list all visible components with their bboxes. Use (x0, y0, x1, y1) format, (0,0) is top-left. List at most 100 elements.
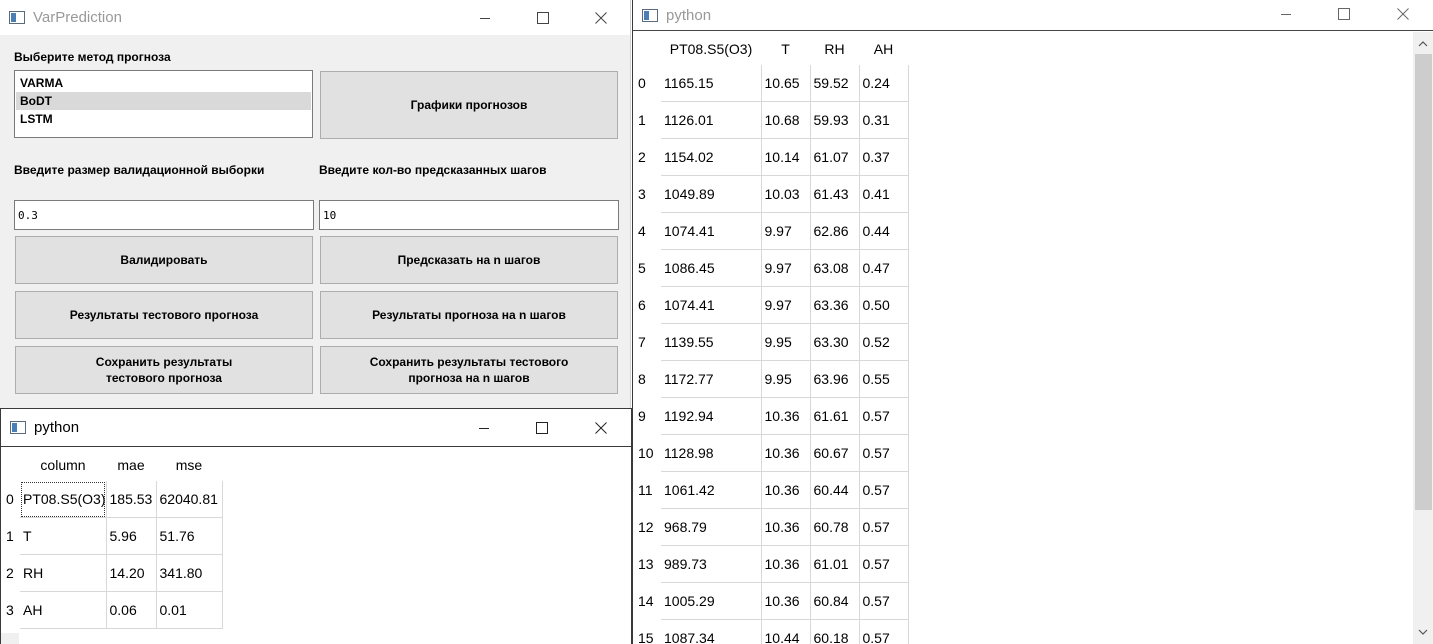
title-bar[interactable]: python (633, 0, 1433, 31)
method-item-varma[interactable]: VARMA (16, 74, 311, 92)
row-header[interactable]: 4 (633, 213, 661, 250)
table-cell[interactable]: 0.44 (859, 212, 909, 250)
table-cell[interactable]: 0.57 (859, 434, 909, 472)
table-cell[interactable]: 10.03 (761, 175, 811, 213)
column-header[interactable]: RH (810, 32, 859, 65)
table-cell[interactable]: 59.93 (810, 101, 860, 139)
table-cell[interactable]: 10.36 (761, 397, 811, 435)
table-cell[interactable]: 61.43 (810, 175, 860, 213)
table-cell[interactable]: 61.61 (810, 397, 860, 435)
table-cell[interactable]: PT08.S5(O3) (20, 481, 107, 518)
table-cell[interactable]: 1165.15 (661, 65, 762, 102)
table-cell[interactable]: 9.97 (761, 249, 811, 287)
table-cell[interactable]: 59.52 (810, 65, 860, 102)
validate-button[interactable]: Валидировать (15, 236, 313, 284)
table-cell[interactable]: 63.08 (810, 249, 860, 287)
row-header[interactable]: 9 (633, 398, 661, 435)
table-cell[interactable]: 5.96 (106, 517, 157, 555)
table-cell[interactable]: 0.55 (859, 360, 909, 398)
table-cell[interactable]: AH (20, 591, 107, 629)
forecast-plots-button[interactable]: Графики прогнозов (320, 71, 618, 139)
table-cell[interactable]: 0.57 (859, 582, 909, 620)
table-cell[interactable]: 9.95 (761, 360, 811, 398)
table-cell[interactable]: 10.44 (761, 619, 811, 644)
n-step-results-button[interactable]: Результаты прогноза на n шагов (320, 291, 618, 339)
row-header[interactable]: 12 (633, 509, 661, 546)
table-cell[interactable]: 0.31 (859, 101, 909, 139)
scroll-down-arrow-icon[interactable] (1413, 622, 1433, 642)
column-header[interactable]: T (761, 32, 810, 65)
row-header[interactable]: 1 (1, 518, 20, 555)
method-item-bodt[interactable]: BoDT (16, 92, 311, 110)
row-header[interactable]: 3 (1, 592, 20, 629)
table-cell[interactable]: 63.30 (810, 323, 860, 361)
table-cell[interactable]: 9.97 (761, 212, 811, 250)
row-header[interactable]: 0 (1, 481, 20, 518)
table-cell[interactable]: 51.76 (156, 517, 223, 555)
table-cell[interactable]: 1087.34 (661, 619, 762, 644)
table-cell[interactable]: 0.37 (859, 138, 909, 176)
minimize-button[interactable] (462, 0, 508, 35)
table-cell[interactable]: 1049.89 (661, 175, 762, 213)
table-cell[interactable]: 10.36 (761, 508, 811, 546)
table-cell[interactable]: 61.01 (810, 545, 860, 583)
table-cell[interactable]: 0.57 (859, 619, 909, 644)
table-cell[interactable]: 0.57 (859, 397, 909, 435)
row-header[interactable]: 0 (633, 65, 661, 102)
save-n-step-results-button[interactable]: Сохранить результаты тестового прогноза … (320, 346, 618, 394)
column-header[interactable]: AH (859, 32, 908, 65)
minimize-button[interactable] (461, 411, 507, 444)
test-results-button[interactable]: Результаты тестового прогноза (15, 291, 313, 339)
table-cell[interactable]: 1154.02 (661, 138, 762, 176)
table-cell[interactable]: 0.24 (859, 65, 909, 102)
column-header[interactable]: mse (156, 448, 222, 481)
table-cell[interactable]: 1139.55 (661, 323, 762, 361)
table-cell[interactable]: 185.53 (106, 481, 157, 518)
table-cell[interactable]: 1086.45 (661, 249, 762, 287)
table-cell[interactable]: 1128.98 (661, 434, 762, 472)
table-cell[interactable]: 9.97 (761, 286, 811, 324)
table-cell[interactable]: 60.44 (810, 471, 860, 509)
table-cell[interactable]: 0.50 (859, 286, 909, 324)
table-cell[interactable]: 10.36 (761, 471, 811, 509)
table-cell[interactable]: 9.95 (761, 323, 811, 361)
table-cell[interactable]: 14.20 (106, 554, 157, 592)
row-header[interactable]: 13 (633, 546, 661, 583)
row-header[interactable]: 15 (633, 620, 661, 644)
maximize-button[interactable] (1321, 0, 1367, 30)
table-cell[interactable]: 63.96 (810, 360, 860, 398)
row-header[interactable]: 2 (633, 139, 661, 176)
scroll-up-arrow-icon[interactable] (1413, 34, 1433, 54)
table-cell[interactable]: 62.86 (810, 212, 860, 250)
row-header[interactable]: 8 (633, 361, 661, 398)
row-header[interactable]: 14 (633, 583, 661, 620)
table-cell[interactable]: 0.57 (859, 545, 909, 583)
table-cell[interactable]: 0.57 (859, 471, 909, 509)
table-cell[interactable]: 0.06 (106, 591, 157, 629)
table-cell[interactable]: 10.36 (761, 434, 811, 472)
row-header[interactable]: 7 (633, 324, 661, 361)
predict-n-steps-button[interactable]: Предсказать на n шагов (320, 236, 618, 284)
row-header[interactable]: 5 (633, 250, 661, 287)
table-cell[interactable]: 1061.42 (661, 471, 762, 509)
row-header[interactable]: 6 (633, 287, 661, 324)
table-cell[interactable]: RH (20, 554, 107, 592)
table-cell[interactable]: 341.80 (156, 554, 223, 592)
method-item-lstm[interactable]: LSTM (16, 110, 311, 128)
column-header[interactable]: column (20, 448, 106, 481)
column-header[interactable]: mae (106, 448, 156, 481)
vertical-scrollbar[interactable] (1413, 32, 1433, 644)
row-header[interactable]: 10 (633, 435, 661, 472)
close-button[interactable] (1380, 0, 1426, 30)
table-cell[interactable]: 0.57 (859, 508, 909, 546)
close-button[interactable] (578, 0, 624, 35)
steps-input[interactable]: 10 (319, 200, 619, 230)
table-cell[interactable]: 60.78 (810, 508, 860, 546)
save-test-results-button[interactable]: Сохранить результаты тестового прогноза (15, 346, 313, 394)
table-cell[interactable]: 63.36 (810, 286, 860, 324)
table-cell[interactable]: 0.47 (859, 249, 909, 287)
maximize-button[interactable] (520, 0, 566, 35)
row-header[interactable]: 11 (633, 472, 661, 509)
table-cell[interactable]: 1126.01 (661, 101, 762, 139)
minimize-button[interactable] (1263, 0, 1309, 30)
